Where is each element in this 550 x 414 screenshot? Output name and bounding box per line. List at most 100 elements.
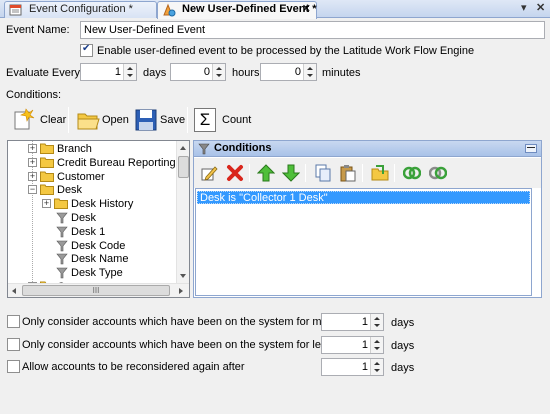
collapse-panel-button[interactable]: — [525,144,537,153]
event-name-label: Event Name: [6,24,70,36]
enable-event-checkbox[interactable] [80,43,93,57]
expand-node-icon[interactable]: + [28,171,37,181]
minutes-stepper-arrows[interactable] [303,64,316,80]
tab-close-icon[interactable]: ✕ [302,2,311,17]
hours-stepper[interactable]: 0 [170,63,226,81]
field-filter-icon [56,226,68,238]
field-filter-icon [56,240,68,251]
tree-item[interactable]: + Customer [8,170,174,184]
option-checkbox[interactable] [7,338,20,351]
sigma-icon: Σ [194,108,216,132]
hours-stepper-arrows[interactable] [212,64,225,80]
toolbar-separator [249,164,250,182]
clear-button[interactable]: Clear [12,107,66,133]
enable-event-label: Enable user-defined event to be processe… [97,45,475,57]
tree-item-label: Desk Name [71,253,129,266]
tree-vertical-scrollbar[interactable] [176,141,189,283]
conditions-header: Conditions — [194,141,541,157]
edit-condition-icon[interactable] [200,164,218,182]
conditions-label: Conditions: [6,89,62,101]
option-stepper-arrows[interactable] [370,359,383,375]
event-name-input[interactable]: New User-Defined Event [80,21,545,39]
tree-item-label: Desk Type [71,267,123,280]
conditions-panel: Conditions — Desk is "Collector 1 Desk" [193,140,542,298]
folder-icon [40,184,54,196]
tree-item[interactable]: + Desk History [8,197,174,211]
option-days-stepper[interactable]: 1 [321,313,384,331]
tab-list-dropdown-icon[interactable]: ▾ [521,2,527,15]
option-stepper-arrows[interactable] [370,337,383,353]
conditions-list[interactable]: Desk is "Collector 1 Desk" [195,188,532,296]
option-unit-label: days [391,317,415,329]
tree-item-label: Desk Code [71,239,126,252]
save-button[interactable]: Save [134,107,186,133]
horizontal-scroll-thumb[interactable]: III [22,285,170,296]
tree-item[interactable]: Desk 1 [8,225,174,239]
expand-node-icon[interactable]: + [28,144,37,153]
option-checkbox[interactable] [7,360,20,373]
and-operator-icon[interactable] [403,164,421,182]
option-days-value: 1 [361,361,368,373]
save-label: Save [160,114,186,126]
conditions-toolbar [194,158,541,188]
tree-item-label: Desk [57,184,83,197]
tree-item[interactable]: Desk Type [8,266,174,280]
vertical-scroll-thumb[interactable] [178,156,189,178]
close-tab-icon[interactable]: ✕ [536,2,545,15]
expand-node-icon[interactable]: + [42,199,51,209]
toolbar-separator [362,164,363,182]
count-button[interactable]: Σ Count [194,107,252,133]
funnel-icon [198,143,210,155]
tab-label: New User-Defined Event * [182,3,317,15]
days-stepper[interactable]: 1 [80,63,137,81]
tree-item-label: Desk History [71,198,134,211]
tab-event-configuration[interactable]: Event Configuration * [4,1,157,18]
option-unit-label: days [391,340,415,352]
scroll-right-icon[interactable] [179,288,183,294]
tree-item[interactable]: Desk [8,211,174,225]
option-stepper-arrows[interactable] [370,314,383,330]
tree-item[interactable]: + Branch [8,142,174,156]
option-days-value: 1 [361,339,368,351]
option-checkbox[interactable] [7,315,20,328]
tree-item[interactable]: − Desk [8,183,174,197]
folder-icon [40,157,54,168]
scroll-down-icon[interactable] [180,274,186,278]
field-tree[interactable]: + Branch + Credit Bureau Reporting + Customer… [7,140,190,298]
option-days-stepper[interactable]: 1 [321,336,384,354]
delete-condition-icon[interactable] [226,164,244,182]
scroll-up-icon[interactable] [180,146,186,150]
group-folder-icon[interactable] [371,164,389,182]
option-days-stepper[interactable]: 1 [321,358,384,376]
tree-item-label: Credit Bureau Reporting [57,156,176,169]
tree-item-label: Desk 1 [71,225,106,238]
count-label: Count [222,114,252,126]
field-filter-icon [56,267,68,279]
tree-item[interactable]: + Credit Bureau Reporting [8,156,176,170]
field-filter-icon [56,212,68,224]
tab-strip: Event Configuration * New User-Defined E… [0,0,550,19]
move-up-arrow-icon[interactable] [257,164,275,182]
folder-icon [40,143,54,154]
minutes-stepper[interactable]: 0 [260,63,317,81]
move-down-arrow-icon[interactable] [282,164,300,182]
condition-item[interactable]: Desk is "Collector 1 Desk" [197,191,530,204]
folder-icon [40,171,54,182]
or-operator-icon[interactable] [429,164,447,182]
open-folder-icon [77,113,100,130]
event-name-value: New User-Defined Event [84,24,206,36]
event-icon [163,3,176,17]
collapse-node-icon[interactable]: − [28,185,37,195]
tab-new-user-defined-event[interactable]: New User-Defined Event * ✕ [157,1,317,19]
tree-item[interactable]: Desk Code [8,239,174,253]
open-button[interactable]: Open [76,107,129,133]
tree-item[interactable]: Desk Name [8,252,174,266]
expand-node-icon[interactable]: + [28,157,37,167]
days-stepper-arrows[interactable] [123,64,136,80]
tree-horizontal-scrollbar[interactable]: III [8,283,189,297]
scroll-left-icon[interactable] [12,288,16,294]
save-disk-icon [135,109,157,131]
copy-icon[interactable] [314,164,332,182]
hours-value: 0 [203,66,210,78]
paste-icon[interactable] [339,164,357,182]
